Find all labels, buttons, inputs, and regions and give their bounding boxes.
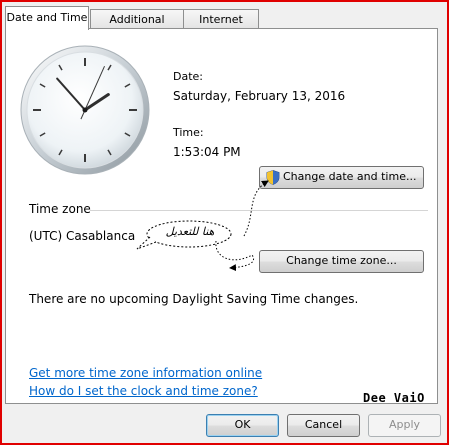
tab-internet-time[interactable]: Internet Time	[183, 9, 259, 45]
watermark: Dee VaiO	[363, 391, 425, 405]
annotation-arrows	[215, 180, 269, 272]
cancel-button[interactable]: Cancel	[287, 414, 360, 437]
apply-button[interactable]: Apply	[368, 414, 441, 437]
dst-note: There are no upcoming Daylight Saving Ti…	[29, 292, 359, 306]
more-time-zone-info-link[interactable]: Get more time zone information online	[29, 366, 262, 380]
tab-panel: Date: Saturday, February 13, 2016 Time: …	[5, 28, 438, 405]
arrow-to-change-date-time	[243, 180, 269, 237]
arrow-to-time-zone	[215, 240, 254, 272]
tab-additional-clocks[interactable]: Additional Clocks	[90, 9, 184, 45]
tab-date-and-time[interactable]: Date and Time	[5, 6, 89, 30]
change-time-zone-button[interactable]: Change time zone...	[259, 250, 424, 273]
how-to-set-clock-link[interactable]: How do I set the clock and time zone?	[29, 384, 258, 398]
ok-button[interactable]: OK	[206, 414, 279, 437]
